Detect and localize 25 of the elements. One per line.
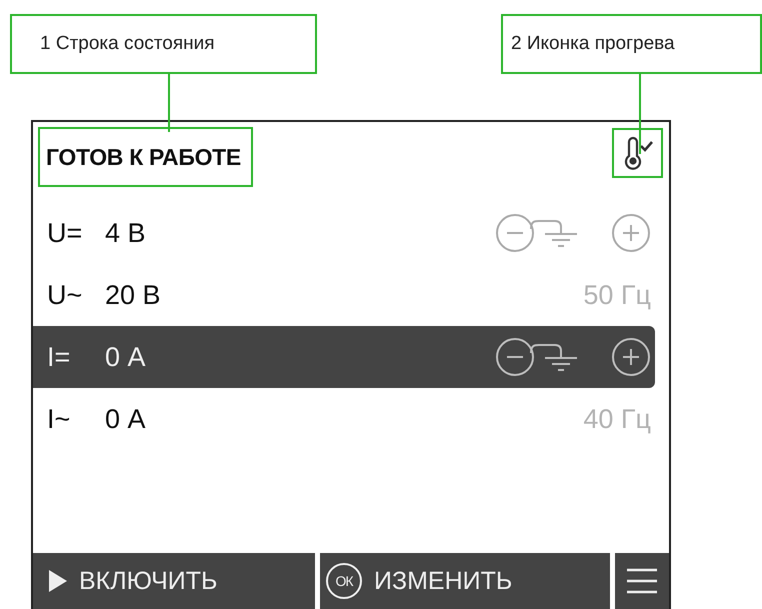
quantity-label: U~	[47, 280, 84, 310]
menu-button[interactable]	[615, 553, 669, 609]
value-text: 4 В	[105, 218, 147, 248]
callout-label: 1 Строка состояния	[10, 14, 318, 74]
measurement-row[interactable]: I~ 0 А 40 Гц	[33, 388, 655, 450]
status-text: ГОТОВ К РАБОТЕ	[38, 127, 253, 187]
measurement-row[interactable]: I= 0 А	[33, 326, 655, 388]
menu-icon	[627, 567, 657, 595]
ok-badge-icon: ОК	[326, 563, 362, 599]
value-text: 0 А	[105, 404, 147, 434]
quantity-label: I~	[47, 404, 72, 434]
leader-line	[168, 74, 170, 132]
value-text: 20 В	[105, 280, 162, 310]
callout-label: 2 Иконка прогрева	[501, 14, 762, 74]
value-text: 0 А	[105, 342, 147, 372]
frequency-reading: 40 Гц	[583, 404, 651, 434]
quantity-label: U=	[47, 218, 84, 248]
turn-on-button[interactable]: ВКЛЮЧИТЬ	[33, 553, 315, 609]
quantity-label: I=	[47, 342, 72, 372]
frequency-reading: 50 Гц	[583, 280, 651, 310]
edit-button[interactable]: ОК ИЗМЕНИТЬ	[320, 553, 610, 609]
play-icon	[49, 570, 67, 592]
measurement-row[interactable]: U= 4 В	[33, 202, 655, 264]
measurement-row[interactable]: U~ 20 В 50 Гц	[33, 264, 655, 326]
plus-icon[interactable]	[611, 337, 651, 377]
